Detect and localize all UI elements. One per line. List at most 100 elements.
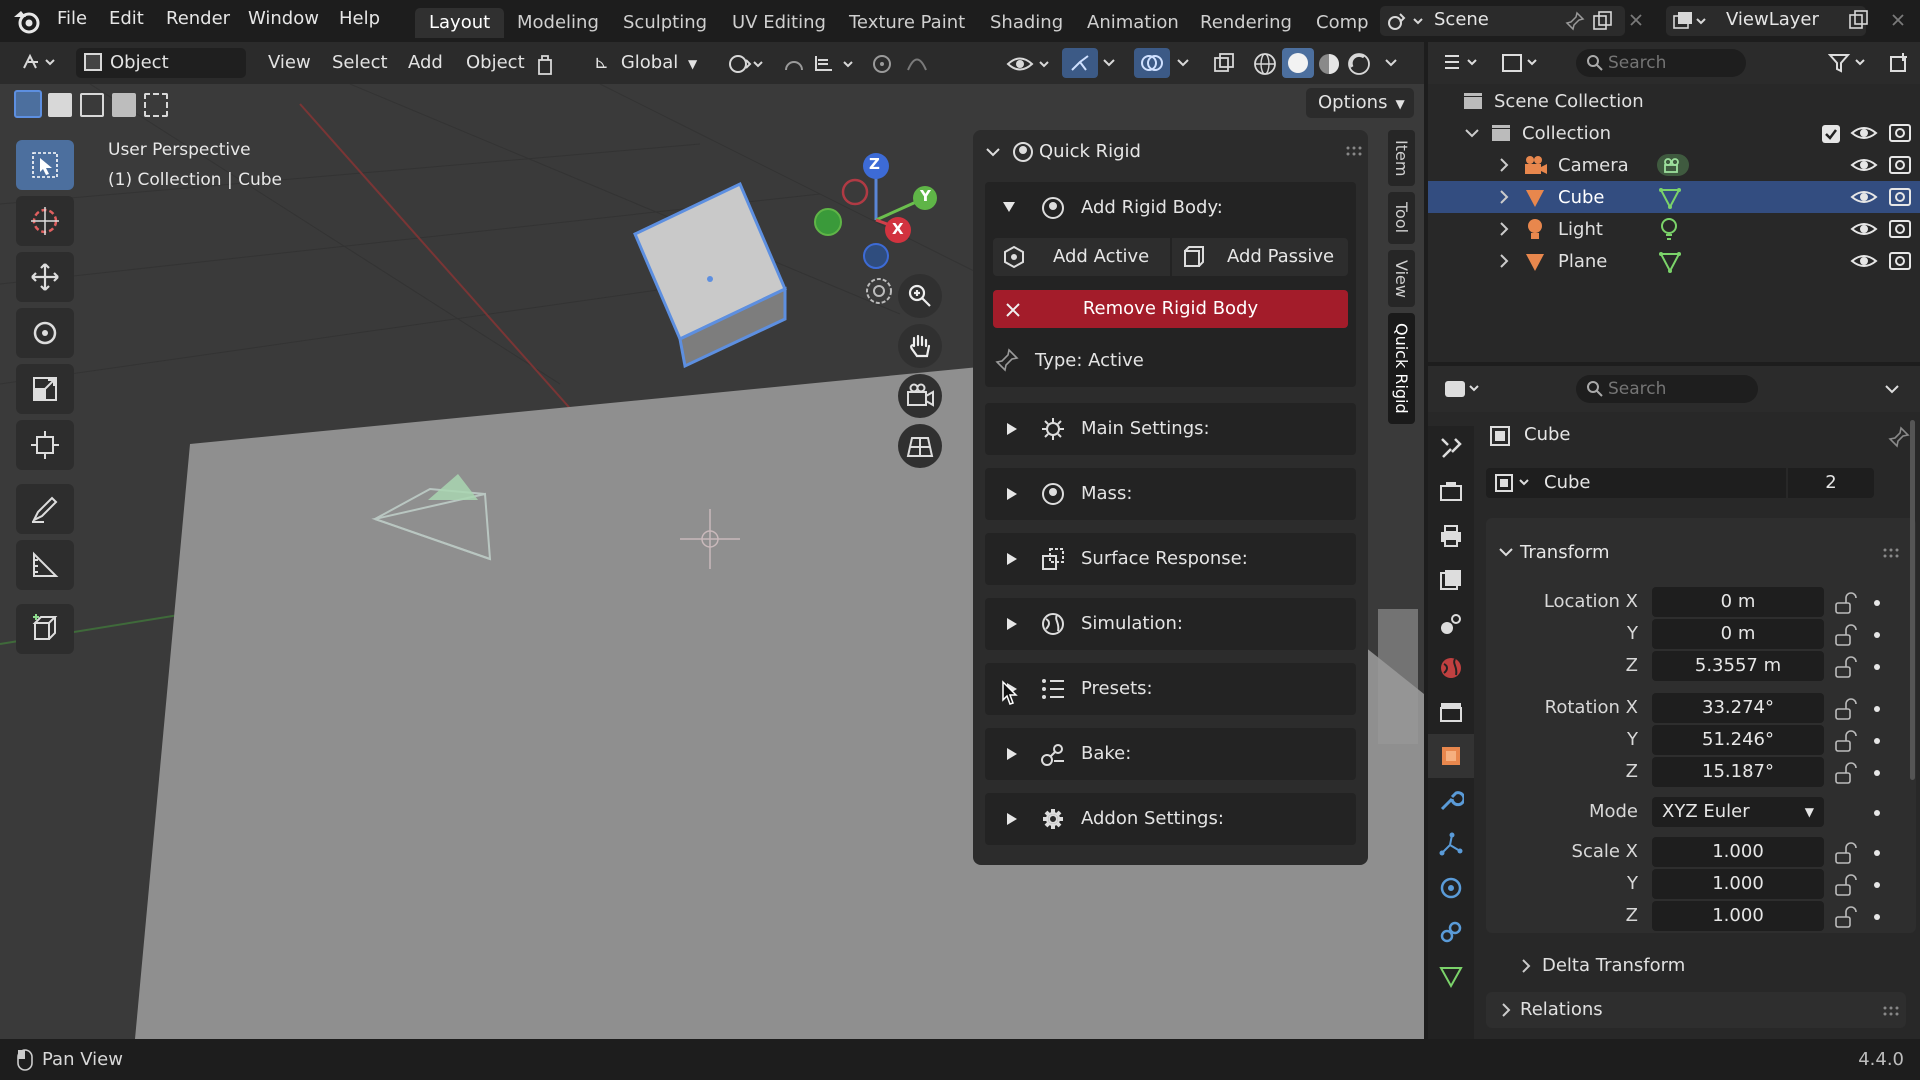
tab-modifiers[interactable] xyxy=(1428,778,1474,822)
new-collection-icon[interactable] xyxy=(1888,52,1910,74)
outliner-row-scene-collection[interactable]: Scene Collection xyxy=(1428,85,1920,117)
tool-cursor[interactable] xyxy=(16,196,74,246)
section-addon-settings[interactable]: Addon Settings: xyxy=(985,793,1356,845)
properties-search-input[interactable] xyxy=(1608,378,1748,400)
tab-tool[interactable]: Tool xyxy=(1388,192,1415,244)
perspective-toggle-button[interactable] xyxy=(898,424,942,468)
spray-icon[interactable] xyxy=(534,52,558,76)
shading-material-icon[interactable] xyxy=(1316,51,1342,77)
snap-icon[interactable] xyxy=(782,52,872,76)
display-mode-icon[interactable] xyxy=(1500,52,1544,74)
add-active-button[interactable]: Add Active xyxy=(993,238,1170,276)
tab-texture-paint[interactable]: Texture Paint xyxy=(835,8,979,38)
select-intersect-icon[interactable] xyxy=(144,93,168,117)
xray-icon[interactable] xyxy=(1212,52,1236,76)
tool-scale[interactable] xyxy=(16,364,74,414)
outliner-row-cube[interactable]: Cube xyxy=(1428,181,1920,213)
outliner-search[interactable] xyxy=(1576,49,1746,77)
blender-logo-icon[interactable] xyxy=(12,7,42,35)
remove-rigid-body-button[interactable]: Remove Rigid Body xyxy=(993,290,1348,328)
properties-search[interactable] xyxy=(1576,375,1758,403)
tool-rotate[interactable] xyxy=(16,308,74,358)
menu-view[interactable]: View xyxy=(268,48,311,78)
tab-compositing[interactable]: Comp xyxy=(1302,8,1383,38)
drag-handle-icon[interactable] xyxy=(1882,546,1902,560)
relations-panel[interactable]: Relations xyxy=(1486,992,1906,1028)
pin-icon[interactable] xyxy=(1565,11,1585,31)
scale-y-field[interactable]: 1.000 xyxy=(1652,869,1824,899)
outliner-row-camera[interactable]: Camera xyxy=(1428,149,1920,181)
pivot-icon[interactable] xyxy=(726,52,766,76)
select-invert-icon[interactable] xyxy=(112,93,136,117)
section-surface-response[interactable]: Surface Response: xyxy=(985,533,1356,585)
chevron-down-icon[interactable] xyxy=(1102,57,1116,69)
chevron-down-icon[interactable] xyxy=(1176,57,1190,69)
overlay-toggle[interactable] xyxy=(1134,48,1170,78)
properties-scrollbar[interactable] xyxy=(1910,420,1915,780)
tab-collection[interactable] xyxy=(1428,690,1474,734)
duplicate-view-layer-icon[interactable] xyxy=(1848,10,1870,30)
tab-item[interactable]: Item xyxy=(1388,130,1415,187)
tab-shading[interactable]: Shading xyxy=(976,8,1077,38)
section-presets[interactable]: Presets: xyxy=(985,663,1356,715)
tab-scene[interactable] xyxy=(1428,602,1474,646)
rotation-y-field[interactable]: 51.246° xyxy=(1652,725,1824,755)
tab-layout[interactable]: Layout xyxy=(415,8,505,38)
chevron-down-icon[interactable] xyxy=(1464,127,1480,141)
menu-object[interactable]: Object xyxy=(466,48,525,78)
section-simulation[interactable]: Simulation: xyxy=(985,598,1356,650)
gizmo-toggle[interactable] xyxy=(1062,48,1098,78)
transform-orientation-dropdown[interactable]: ⊾ Global ▼ xyxy=(594,48,714,78)
tab-modeling[interactable]: Modeling xyxy=(503,8,613,38)
object-datablock-field[interactable]: Cube xyxy=(1486,468,1786,498)
menu-help[interactable]: Help xyxy=(339,8,380,29)
tab-output[interactable] xyxy=(1428,514,1474,558)
view-layer-selector[interactable]: ViewLayer xyxy=(1666,6,1866,36)
pin-icon[interactable] xyxy=(1888,426,1910,448)
tool-select-box[interactable] xyxy=(16,140,74,190)
chevron-down-icon[interactable] xyxy=(1384,57,1398,69)
tab-quick-rigid[interactable]: Quick Rigid xyxy=(1388,313,1415,425)
mode-dropdown[interactable]: Object Mode▼ xyxy=(76,48,246,103)
tool-transform[interactable] xyxy=(16,420,74,470)
chevron-right-icon[interactable] xyxy=(1498,157,1510,173)
outliner-search-input[interactable] xyxy=(1608,52,1738,74)
tab-sculpting[interactable]: Sculpting xyxy=(609,8,721,38)
tool-annotate[interactable] xyxy=(16,484,74,534)
close-view-layer-icon[interactable] xyxy=(1890,12,1906,28)
shading-solid-button[interactable] xyxy=(1282,48,1314,78)
filter-icon[interactable] xyxy=(1828,52,1872,74)
tab-object[interactable] xyxy=(1428,734,1474,778)
chevron-down-icon[interactable] xyxy=(985,146,1001,160)
chevron-right-icon[interactable] xyxy=(1498,189,1510,205)
tab-uv-editing[interactable]: UV Editing xyxy=(718,8,840,38)
rotation-z-field[interactable]: 15.187° xyxy=(1652,757,1824,787)
triangle-down-icon[interactable] xyxy=(1001,200,1017,214)
tab-physics[interactable] xyxy=(1428,866,1474,910)
select-subtract-icon[interactable] xyxy=(80,93,104,117)
shading-rendered-icon[interactable] xyxy=(1346,51,1372,77)
menu-file[interactable]: File xyxy=(57,8,87,29)
user-count-field[interactable]: 2 xyxy=(1788,468,1874,498)
pan-button[interactable] xyxy=(898,324,942,368)
tab-data[interactable] xyxy=(1428,954,1474,998)
delta-transform-subpanel[interactable]: Delta Transform xyxy=(1486,949,1906,981)
outliner-row-plane[interactable]: Plane xyxy=(1428,245,1920,277)
tab-world[interactable] xyxy=(1428,646,1474,690)
scale-z-field[interactable]: 1.000 xyxy=(1652,901,1824,931)
outliner-row-collection[interactable]: Collection xyxy=(1428,117,1920,149)
menu-add[interactable]: Add xyxy=(408,48,443,78)
duplicate-scene-icon[interactable] xyxy=(1592,11,1614,31)
view-axis-icon[interactable] xyxy=(862,274,896,308)
shading-wireframe-icon[interactable] xyxy=(1252,51,1278,77)
3d-viewport[interactable]: User Perspective (1) Collection | Cube O… xyxy=(0,84,1424,1039)
chevron-right-icon[interactable] xyxy=(1498,253,1510,269)
section-bake[interactable]: Bake: xyxy=(985,728,1356,780)
menu-window[interactable]: Window xyxy=(248,8,319,29)
outliner-editor-icon[interactable] xyxy=(1442,52,1486,74)
tab-constraints[interactable] xyxy=(1428,910,1474,954)
navigation-gizmo[interactable] xyxy=(800,144,960,294)
drag-handle-icon[interactable] xyxy=(1345,144,1365,158)
location-y-field[interactable]: 0 m xyxy=(1652,619,1824,649)
tab-animation[interactable]: Animation xyxy=(1073,8,1193,38)
